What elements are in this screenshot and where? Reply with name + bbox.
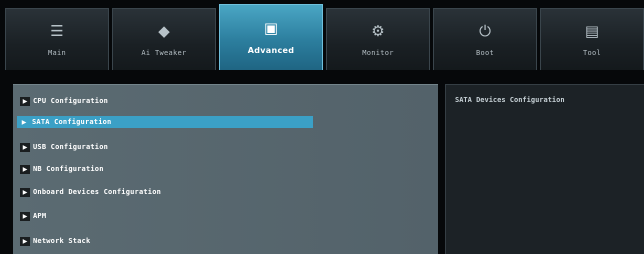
menu-item-label: SATA Configuration: [32, 118, 112, 126]
submenu-arrow-icon: ▶: [20, 142, 30, 152]
submenu-arrow-icon: ▶: [20, 236, 30, 246]
tab-bar: ☰ Main ◆ Ai Tweaker ▣ Advanced ⚙ Monitor…: [5, 4, 644, 70]
submenu-arrow-icon: ▶: [20, 211, 30, 221]
list-icon: ☰: [50, 21, 64, 40]
help-panel: SATA Devices Configuration: [445, 84, 644, 254]
menu-item-usb-configuration[interactable]: ▶ USB Configuration: [18, 141, 108, 153]
tab-main[interactable]: ☰ Main: [5, 8, 109, 70]
tab-ai-tweaker[interactable]: ◆ Ai Tweaker: [112, 8, 216, 70]
menu-item-sata-configuration[interactable]: ▶ SATA Configuration: [17, 116, 313, 128]
tab-label: Monitor: [362, 48, 394, 57]
advanced-icon: ▣: [263, 19, 279, 37]
tab-monitor[interactable]: ⚙ Monitor: [326, 8, 430, 70]
menu-item-label: Onboard Devices Configuration: [33, 188, 162, 196]
tab-advanced[interactable]: ▣ Advanced: [219, 4, 323, 70]
menu-item-label: APM: [33, 212, 47, 220]
tab-label: Ai Tweaker: [141, 48, 187, 57]
submenu-arrow-icon: ▶: [21, 118, 27, 126]
menu-panel: ▶ CPU Configuration ▶ SATA Configuration…: [13, 84, 438, 254]
menu-item-apm[interactable]: ▶ APM: [18, 210, 46, 222]
tab-label: Advanced: [247, 46, 295, 55]
monitor-icon: ⚙: [371, 21, 385, 40]
menu-item-label: Network Stack: [33, 237, 91, 245]
tab-tool[interactable]: ▤ Tool: [540, 8, 644, 70]
tool-icon: ▤: [584, 21, 600, 40]
submenu-arrow-icon: ▶: [20, 96, 30, 106]
help-description: SATA Devices Configuration: [455, 96, 565, 104]
menu-item-label: USB Configuration: [33, 143, 109, 151]
tab-label: Tool: [582, 48, 602, 57]
power-icon: ⏻: [479, 21, 491, 40]
tab-label: Main: [47, 48, 67, 57]
menu-item-nb-configuration[interactable]: ▶ NB Configuration: [18, 163, 104, 175]
tab-label: Boot: [475, 48, 495, 57]
submenu-arrow-icon: ▶: [20, 187, 30, 197]
tweaker-icon: ◆: [158, 21, 170, 40]
menu-item-label: CPU Configuration: [33, 97, 109, 105]
menu-item-network-stack[interactable]: ▶ Network Stack: [18, 235, 90, 247]
submenu-arrow-icon: ▶: [20, 164, 30, 174]
tab-boot[interactable]: ⏻ Boot: [433, 8, 537, 70]
menu-item-cpu-configuration[interactable]: ▶ CPU Configuration: [18, 95, 108, 107]
bios-screen: ☰ Main ◆ Ai Tweaker ▣ Advanced ⚙ Monitor…: [0, 0, 644, 254]
menu-item-label: NB Configuration: [33, 165, 104, 173]
menu-item-onboard-devices-configuration[interactable]: ▶ Onboard Devices Configuration: [18, 186, 161, 198]
